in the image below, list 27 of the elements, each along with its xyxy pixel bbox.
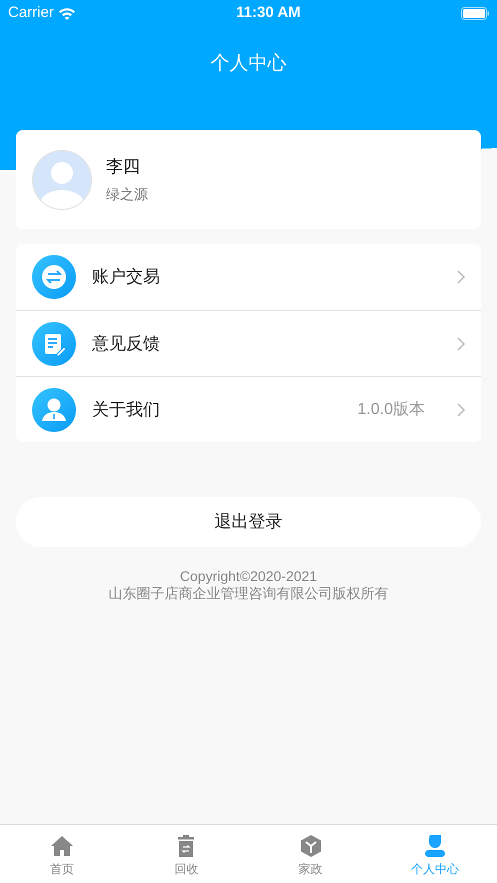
avatar-icon <box>32 150 92 210</box>
menu-item[interactable]: 意见反馈 <box>16 310 481 376</box>
user-organization: 绿之源 <box>106 184 148 204</box>
copyright-text: 山东圈子店商企业管理咨询有限公司版权所有 <box>108 585 390 602</box>
cube-icon <box>298 834 323 858</box>
page-title: 个人中心 <box>210 53 286 74</box>
status-time: 11:30 AM <box>236 2 301 23</box>
user-name: 李四 <box>106 156 141 178</box>
version-text: 1.0.0版本 <box>357 400 425 420</box>
chevron-icon <box>457 270 465 284</box>
tab-item[interactable]: 首页 <box>0 825 124 883</box>
person-icon <box>32 388 76 432</box>
wifi-icon <box>58 6 76 20</box>
chevron-icon <box>457 402 465 416</box>
menu-item[interactable]: 关于我们 1.0.0版本 <box>16 376 481 442</box>
logout-button[interactable]: 退出登录 <box>16 497 481 547</box>
chevron-icon <box>457 336 465 350</box>
exchange-icon <box>32 255 76 299</box>
tab-item[interactable]: 家政 <box>248 825 373 883</box>
home-icon <box>50 834 74 858</box>
copyright-text: Copyright©2020-2021 <box>178 568 318 585</box>
battery-icon <box>460 6 489 20</box>
note-edit-icon <box>32 322 76 366</box>
tab-item[interactable]: 回收 <box>124 825 248 883</box>
carrier-name: Carrier <box>8 2 54 23</box>
menu-item[interactable]: 账户交易 <box>16 244 481 310</box>
person-icon <box>422 834 447 858</box>
